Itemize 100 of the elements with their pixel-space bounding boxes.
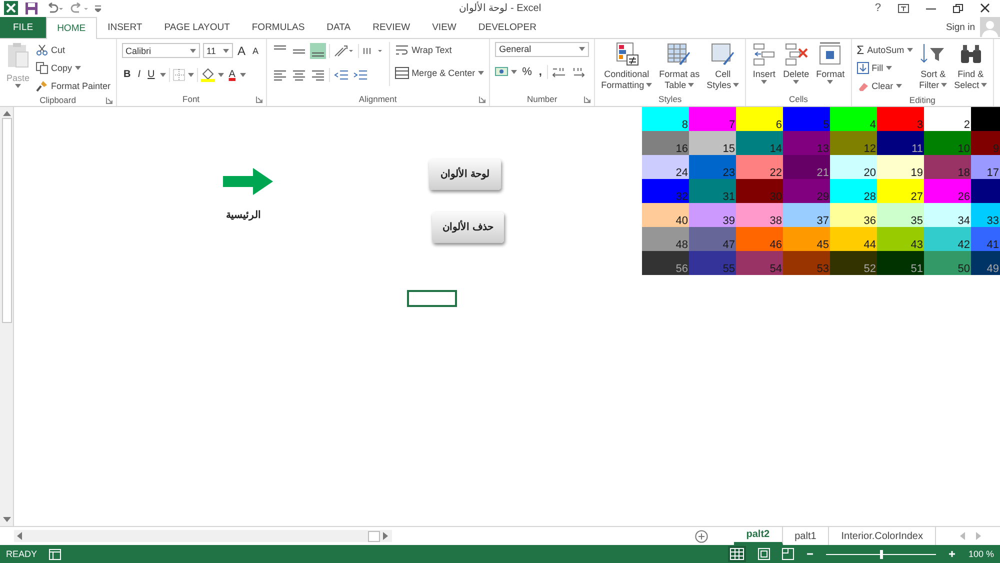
scroll-right-icon[interactable] [383, 532, 389, 540]
insert-cells-button[interactable]: Insert [751, 42, 778, 84]
zoom-level[interactable]: 100 % [968, 549, 994, 560]
customize-caret-icon[interactable] [95, 4, 101, 12]
color-cell: 27 [877, 178, 924, 203]
cell-styles-button[interactable]: Cell Styles [706, 42, 740, 91]
ribbon-tab[interactable]: PAGE LAYOUT [153, 16, 241, 38]
delete-cells-icon [784, 42, 808, 66]
color-cell: 38 [736, 202, 783, 227]
scroll-down-icon[interactable] [2, 517, 10, 524]
percent-button[interactable]: % [520, 66, 534, 78]
save-icon[interactable] [25, 2, 38, 15]
arrow-shape[interactable] [223, 168, 273, 195]
find-select-button[interactable]: Find & Select [953, 42, 988, 91]
caret-icon[interactable] [218, 72, 224, 77]
file-tab[interactable]: FILE [0, 16, 46, 38]
group-label: Editing [909, 94, 936, 105]
number-format-field[interactable]: General [495, 42, 590, 57]
delete-cells-button[interactable]: Delete [782, 42, 810, 84]
zoom-slider-thumb[interactable] [880, 550, 884, 559]
format-as-table-button[interactable]: Format as Table [658, 42, 701, 91]
currency-icon[interactable] [495, 66, 508, 78]
status-text: READY [6, 549, 38, 560]
orientation-icon[interactable] [332, 44, 355, 58]
bold-button[interactable]: B [122, 69, 133, 80]
ribbon-tab[interactable]: DEVELOPER [467, 16, 548, 38]
color-cell: 35 [877, 202, 924, 227]
restore-icon[interactable] [953, 4, 963, 13]
caret-icon[interactable] [478, 70, 484, 75]
page-break-preview-icon[interactable] [782, 548, 794, 560]
dialog-launcher-icon[interactable] [584, 96, 592, 103]
color-cell: 7 [689, 106, 736, 131]
fill-color-icon[interactable] [200, 68, 215, 82]
group-label: Number [526, 94, 558, 104]
macro-recording-icon[interactable] [49, 548, 62, 560]
conditional-formatting-button[interactable]: Conditional Formatting [600, 42, 654, 91]
color-cell: 29 [783, 178, 830, 203]
shape-label: الرئيسية [226, 208, 261, 221]
sign-in-link[interactable]: Sign in [940, 16, 980, 38]
comma-style-button[interactable]: , [536, 66, 544, 78]
scrollbar-thumb[interactable] [368, 530, 380, 542]
clear-button[interactable]: Clear [856, 78, 914, 94]
color-cell: 8 [642, 106, 689, 131]
copy-button[interactable]: Copy [36, 60, 111, 76]
caret-icon [733, 83, 740, 88]
normal-view-icon[interactable] [728, 546, 746, 562]
caret-icon[interactable] [511, 70, 518, 74]
font-color-button[interactable]: A [226, 69, 238, 80]
font-name-field[interactable]: Calibri [122, 43, 200, 58]
cut-button[interactable]: Cut [36, 42, 111, 58]
color-cell: 41 [971, 226, 1000, 251]
caret-icon[interactable] [240, 72, 246, 77]
color-cell: 40 [642, 202, 689, 227]
underline-button[interactable]: U [146, 69, 157, 80]
shrink-font-button[interactable]: A [250, 46, 261, 56]
dialog-launcher-icon[interactable] [256, 96, 263, 103]
italic-button[interactable]: I [136, 69, 143, 80]
caret-icon[interactable] [160, 72, 166, 77]
bottom-align-icon[interactable] [310, 42, 326, 59]
ribbon-tab[interactable]: FORMULAS [240, 16, 316, 38]
autosum-button[interactable]: Σ AutoSum [856, 42, 914, 58]
macro-button[interactable]: حذف الألوان [432, 212, 504, 243]
ribbon-tab[interactable]: INSERT [96, 16, 154, 38]
format-painter-button[interactable]: Format Painter [36, 78, 111, 94]
macro-button[interactable]: لوحة الألوان [429, 158, 501, 190]
color-cell: 33 [971, 202, 1000, 227]
table-brush-icon [667, 42, 692, 66]
wrap-text-button[interactable]: Wrap Text [394, 42, 484, 58]
sort-filter-button[interactable]: Sort & Filter [918, 42, 948, 91]
close-icon[interactable] [980, 3, 990, 14]
group-label: Clipboard [40, 94, 76, 105]
font-size-field[interactable]: 11 [202, 43, 233, 58]
merge-center-button[interactable]: Merge & Center [394, 64, 476, 81]
ribbon-tab[interactable]: DATA [316, 16, 362, 38]
scroll-left-icon[interactable] [17, 532, 23, 540]
page-layout-icon[interactable] [758, 548, 770, 560]
grow-font-button[interactable]: A [236, 44, 248, 58]
new-sheet-icon[interactable] [695, 530, 708, 543]
sheet-tab[interactable]: palt2 [734, 527, 783, 546]
ribbon-tab[interactable]: REVIEW [362, 16, 422, 38]
redo-icon[interactable] [70, 2, 88, 14]
scrollbar-thumb[interactable] [2, 118, 12, 323]
color-cell: 11 [877, 130, 924, 155]
selected-cell[interactable] [407, 290, 457, 307]
scissors-icon [36, 44, 48, 56]
format-cells-button[interactable]: Format [815, 42, 846, 84]
color-cell: 4 [830, 106, 877, 131]
caret-icon [646, 83, 652, 88]
zoom-in-icon[interactable] [948, 550, 956, 558]
ribbon-tab[interactable]: HOME [46, 16, 97, 39]
ribbon-display-icon[interactable] [898, 4, 909, 13]
fill-button[interactable]: Fill [856, 60, 914, 76]
help-button[interactable]: ? [874, 2, 881, 14]
caret-icon[interactable] [188, 72, 194, 77]
caret-icon [688, 83, 694, 88]
color-cell: 45 [783, 226, 830, 251]
dialog-launcher-icon[interactable] [106, 96, 113, 104]
dialog-launcher-icon[interactable] [479, 96, 486, 103]
ribbon-tab[interactable]: VIEW [421, 16, 468, 38]
color-cell: 17 [971, 154, 1000, 179]
